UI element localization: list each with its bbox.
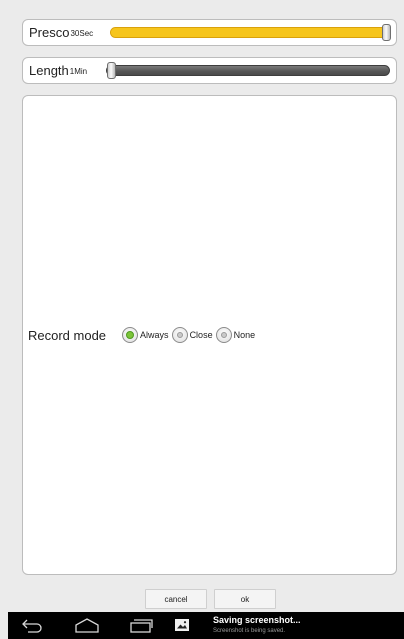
radio-circle-none[interactable] xyxy=(215,327,232,343)
radio-close[interactable]: Close xyxy=(171,327,213,343)
presco-slider-fill xyxy=(111,28,389,37)
notification-subtitle: Screenshot is being saved. xyxy=(213,628,286,634)
length-slider-thumb[interactable] xyxy=(107,62,116,79)
navigation-bar: Saving screenshot... Screenshot is being… xyxy=(8,612,404,639)
presco-slider-row: Presco30Sec xyxy=(22,19,397,46)
presco-slider[interactable] xyxy=(110,24,391,41)
presco-slider-thumb[interactable] xyxy=(382,24,391,41)
radio-none[interactable]: None xyxy=(215,327,256,343)
record-mode-row: Record mode Always Close None xyxy=(28,326,258,344)
radio-dot-close xyxy=(176,332,183,338)
presco-label-text: Presco xyxy=(29,25,70,40)
presco-label: Presco30Sec xyxy=(29,25,93,40)
length-slider-row: Length1Min xyxy=(22,57,397,84)
radio-circle-close[interactable] xyxy=(171,327,188,343)
record-mode-label: Record mode xyxy=(28,327,107,343)
length-label-text: Length xyxy=(29,63,69,78)
radio-always-label: Always xyxy=(140,330,169,340)
length-unit: 1Min xyxy=(69,67,88,76)
radio-dot-always xyxy=(126,331,135,339)
notification-title: Saving screenshot... xyxy=(213,615,301,625)
recent-apps-icon[interactable] xyxy=(129,617,153,634)
radio-close-label: Close xyxy=(189,330,213,340)
radio-circle-always[interactable] xyxy=(122,327,139,343)
length-label: Length1Min xyxy=(29,63,87,78)
radio-always[interactable]: Always xyxy=(122,327,169,343)
cancel-button[interactable]: cancel xyxy=(145,589,207,609)
home-icon[interactable] xyxy=(74,617,100,634)
length-slider[interactable] xyxy=(106,62,390,79)
back-icon[interactable] xyxy=(20,617,44,634)
radio-dot-none xyxy=(220,332,227,338)
radio-none-label: None xyxy=(233,330,256,340)
screenshot-icon xyxy=(175,619,189,631)
presco-unit: 30Sec xyxy=(70,29,94,38)
ok-button[interactable]: ok xyxy=(214,589,276,609)
